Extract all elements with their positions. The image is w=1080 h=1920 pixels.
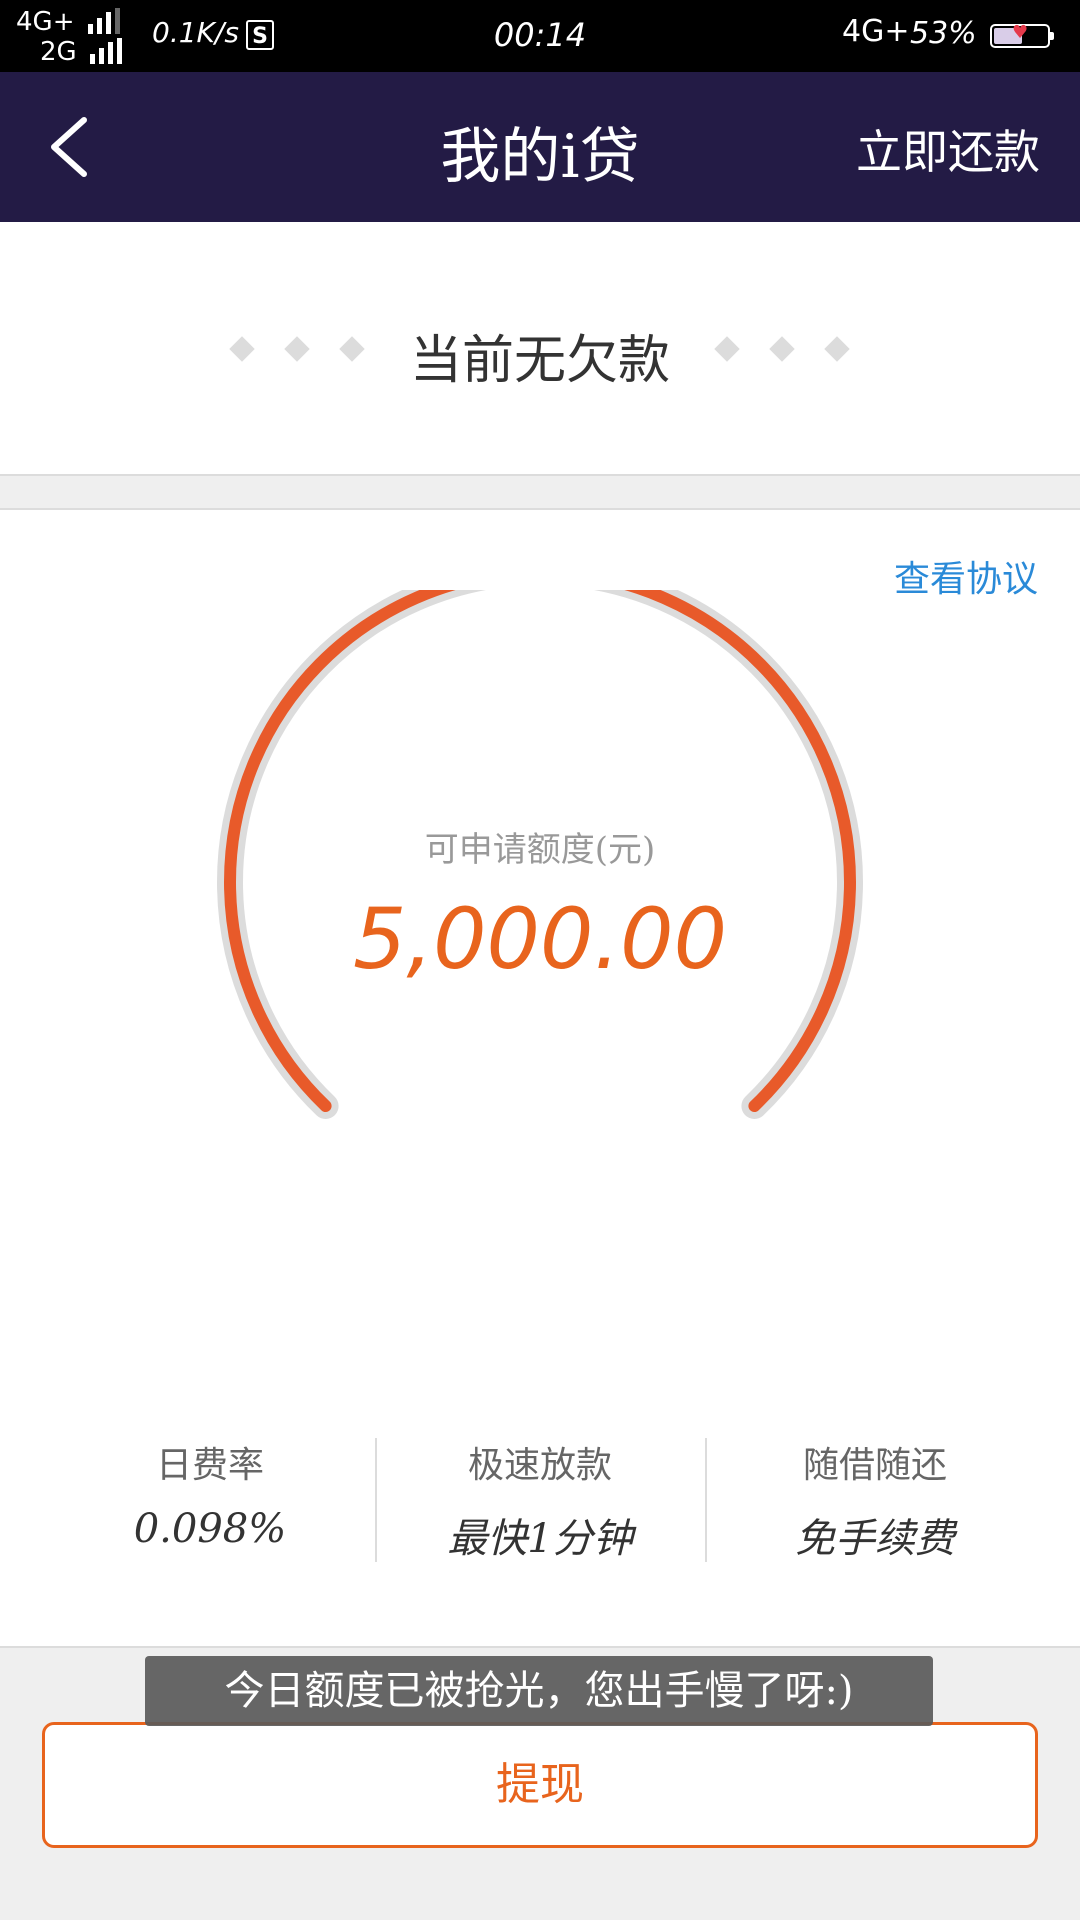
battery-percent: 53% — [910, 16, 977, 51]
network-type-right: 4G+ — [842, 14, 910, 49]
divider — [705, 1438, 707, 1562]
credit-limit-amount: 5,000.00 — [352, 890, 728, 988]
toast-message: 今日额度已被抢光，您出手慢了呀:) — [145, 1656, 933, 1726]
feature-value: 0.098% — [133, 1506, 287, 1552]
feature-daily-rate: 日费率 0.098% — [45, 1436, 375, 1552]
status-bar: 4G+ 2G 0.1K/s S 00:14 4G+ 53% ♥ — [0, 0, 1080, 72]
credit-limit-label: 可申请额度(元) — [424, 830, 656, 870]
app-header: 我的i贷 立即还款 — [0, 72, 1080, 222]
feature-title: 极速放款 — [467, 1445, 612, 1486]
debt-status-text: 当前无欠款 — [409, 331, 670, 391]
feature-flexible-repay: 随借随还 免手续费 — [710, 1436, 1040, 1564]
credit-section: 查看协议 可申请额度(元) 5,000.00 — [0, 508, 1080, 1352]
withdraw-button[interactable]: 提现 — [42, 1722, 1038, 1848]
feature-value: 免手续费 — [795, 1516, 955, 1562]
feature-title: 随借随还 — [802, 1445, 947, 1486]
features-section: 日费率 0.098% 极速放款 最快1分钟 随借随还 免手续费 — [0, 1350, 1080, 1648]
view-agreement-link[interactable]: 查看协议 — [894, 550, 1038, 602]
repay-now-button[interactable]: 立即还款 — [856, 116, 1040, 182]
feature-value: 最快1分钟 — [447, 1516, 633, 1562]
feature-title: 日费率 — [155, 1445, 264, 1486]
heart-icon: ♥ — [1012, 22, 1029, 43]
debt-status-section: 当前无欠款 — [0, 222, 1080, 476]
battery-icon: ♥ — [990, 22, 1054, 48]
feature-fast-loan: 极速放款 最快1分钟 — [375, 1436, 705, 1564]
